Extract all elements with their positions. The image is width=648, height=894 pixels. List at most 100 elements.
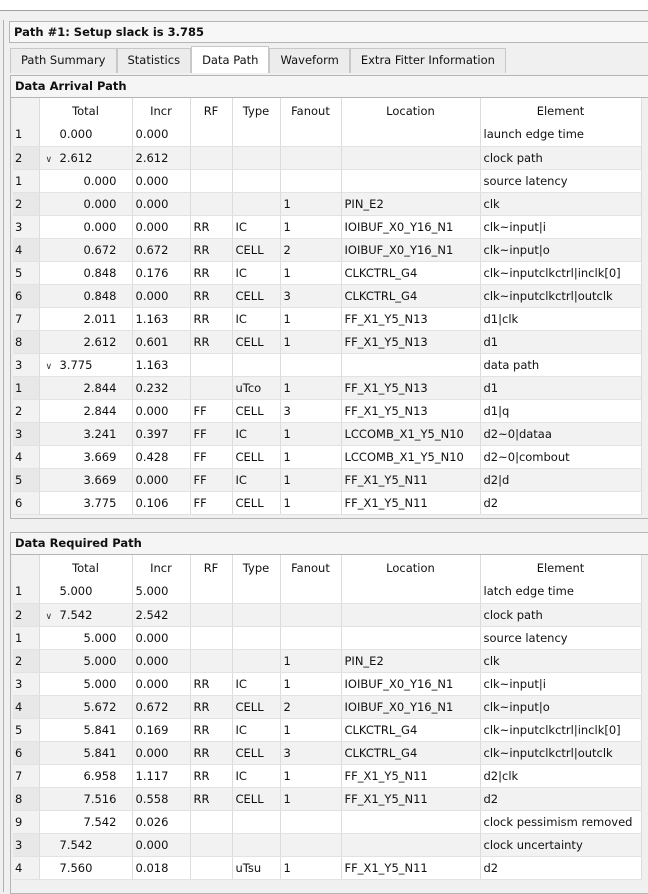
cell-incr: 0.000 (132, 215, 191, 239)
cell-location: FF_X1_Y5_N11 (341, 468, 481, 492)
table-row[interactable]: 6 5.841 0.000 RR CELL 3 CLKCTRL_G4 clk~inputclk… (13, 741, 642, 765)
cell-rf: RR (190, 764, 233, 788)
cell-incr: 0.601 (132, 330, 191, 354)
cell-element: clk~inputclkctrl|outclk (480, 741, 642, 765)
table-row[interactable]: 2 ∨ 7.542 2.542 clock path (13, 603, 642, 627)
total-value: 7.516 (83, 791, 117, 806)
row-number: 1 (13, 376, 40, 400)
table-row[interactable]: 6 3.775 0.106 FF CELL 1 FF_X1_Y5_N11 d2 (13, 491, 642, 515)
column-header-rf[interactable]: RF (190, 98, 233, 123)
row-number: 7 (13, 764, 40, 788)
table-row[interactable]: 3 7.542 0.000 clock uncertainty (13, 833, 642, 857)
cell-location (341, 580, 481, 604)
cell-incr: 0.000 (132, 399, 191, 423)
cell-location: CLKCTRL_G4 (341, 284, 481, 308)
chevron-down-icon[interactable]: ∨ (46, 362, 60, 372)
cell-total: 0.000 (39, 192, 133, 216)
table-row[interactable]: 2 ∨ 2.612 2.612 clock path (13, 146, 642, 170)
row-number: 2 (13, 146, 40, 170)
cell-type (232, 169, 281, 193)
chevron-down-icon[interactable]: ∨ (46, 612, 60, 622)
cell-fanout (280, 580, 342, 604)
column-header-rf[interactable]: RF (190, 555, 233, 580)
table-row[interactable]: 4 5.672 0.672 RR CELL 2 IOIBUF_X0_Y16_N1 clk~in… (13, 695, 642, 719)
cell-location: FF_X1_Y5_N11 (341, 787, 481, 811)
tab-bar: Path Summary Statistics Data Path Wavefo… (10, 46, 506, 73)
table-row[interactable]: 8 7.516 0.558 RR CELL 1 FF_X1_Y5_N11 d2 (13, 787, 642, 811)
cell-rf (190, 833, 233, 857)
table-row[interactable]: 5 3.669 0.000 FF IC 1 FF_X1_Y5_N11 d2|d (13, 468, 642, 492)
cell-location (341, 123, 481, 147)
cell-incr: 1.117 (132, 764, 191, 788)
table-row[interactable]: 5 5.841 0.169 RR IC 1 CLKCTRL_G4 clk~inputclkct… (13, 718, 642, 742)
column-header-element[interactable]: Element (480, 555, 642, 580)
table-row[interactable]: 9 7.542 0.026 clock pessimism removed (13, 810, 642, 834)
column-header-fanout[interactable]: Fanout (280, 98, 342, 123)
table-row[interactable]: 1 0.000 0.000 source latency (13, 169, 642, 193)
column-header-location[interactable]: Location (341, 98, 481, 123)
table-row[interactable]: 6 0.848 0.000 RR CELL 3 CLKCTRL_G4 clk~inputclk… (13, 284, 642, 308)
column-header-location[interactable]: Location (341, 555, 481, 580)
tab-path-summary[interactable]: Path Summary (10, 48, 117, 73)
table-row[interactable]: 1 5.000 0.000 source latency (13, 626, 642, 650)
cell-total: 0.000 (39, 215, 133, 239)
total-value: 0.848 (83, 288, 117, 303)
total-value: 2.612 (83, 334, 117, 349)
table-row[interactable]: 7 2.011 1.163 RR IC 1 FF_X1_Y5_N13 d1|clk (13, 307, 642, 331)
cell-element: d2|clk (480, 764, 642, 788)
cell-incr: 0.018 (132, 856, 191, 880)
table-row[interactable]: 3 3.241 0.397 FF IC 1 LCCOMB_X1_Y5_N10 d2~0|dat… (13, 422, 642, 446)
total-value: 7.542 (59, 607, 93, 622)
column-header-incr[interactable]: Incr (132, 98, 191, 123)
cell-location: FF_X1_Y5_N13 (341, 399, 481, 423)
cell-location: LCCOMB_X1_Y5_N10 (341, 422, 481, 446)
table-row[interactable]: 3 5.000 0.000 RR IC 1 IOIBUF_X0_Y16_N1 clk~inpu… (13, 672, 642, 696)
cell-element: d1|q (480, 399, 642, 423)
chevron-down-icon[interactable]: ∨ (46, 155, 60, 165)
cell-rf (190, 123, 233, 147)
total-value: 6.958 (83, 768, 117, 783)
table-row[interactable]: 1 0.000 0.000 launch edge time (13, 123, 642, 147)
cell-element: d1|clk (480, 307, 642, 331)
column-header-total[interactable]: Total (39, 555, 133, 580)
cell-location: CLKCTRL_G4 (341, 741, 481, 765)
column-header-type[interactable]: Type (232, 555, 281, 580)
column-header-total[interactable]: Total (39, 98, 133, 123)
cell-type: CELL (232, 399, 281, 423)
table-row[interactable]: 2 0.000 0.000 1 PIN_E2 clk (13, 192, 642, 216)
column-header-index[interactable] (13, 555, 40, 580)
column-header-element[interactable]: Element (480, 98, 642, 123)
table-row[interactable]: 5 0.848 0.176 RR IC 1 CLKCTRL_G4 clk~inputclkct… (13, 261, 642, 285)
table-row[interactable]: 2 2.844 0.000 FF CELL 3 FF_X1_Y5_N13 d1|q (13, 399, 642, 423)
table-row[interactable]: 4 3.669 0.428 FF CELL 1 LCCOMB_X1_Y5_N10 d2~0|c… (13, 445, 642, 469)
cell-type (232, 146, 281, 170)
cell-total: 0.848 (39, 261, 133, 285)
table-row[interactable]: 8 2.612 0.601 RR CELL 1 FF_X1_Y5_N13 d1 (13, 330, 642, 354)
total-value: 3.775 (59, 357, 93, 372)
table-row[interactable]: 1 5.000 5.000 latch edge time (13, 580, 642, 604)
cell-rf (190, 192, 233, 216)
column-header-type[interactable]: Type (232, 98, 281, 123)
cell-rf: FF (190, 399, 233, 423)
tab-data-path[interactable]: Data Path (191, 46, 270, 73)
table-row[interactable]: 3 0.000 0.000 RR IC 1 IOIBUF_X0_Y16_N1 clk~inpu… (13, 215, 642, 239)
table-row[interactable]: 2 5.000 0.000 1 PIN_E2 clk (13, 649, 642, 673)
cell-rf: FF (190, 445, 233, 469)
table-row[interactable]: 4 0.672 0.672 RR CELL 2 IOIBUF_X0_Y16_N1 clk~in… (13, 238, 642, 262)
column-header-fanout[interactable]: Fanout (280, 555, 342, 580)
column-header-index[interactable] (13, 98, 40, 123)
cell-type (232, 626, 281, 650)
table-row[interactable]: 3 ∨ 3.775 1.163 data path (13, 353, 642, 377)
table-row[interactable]: 7 6.958 1.117 RR IC 1 FF_X1_Y5_N11 d2|clk (13, 764, 642, 788)
cell-type: CELL (232, 491, 281, 515)
table-row[interactable]: 1 2.844 0.232 uTco 1 FF_X1_Y5_N13 d1 (13, 376, 642, 400)
cell-fanout: 1 (280, 649, 342, 673)
column-header-incr[interactable]: Incr (132, 555, 191, 580)
row-number: 2 (13, 399, 40, 423)
row-number: 5 (13, 718, 40, 742)
cell-incr: 0.000 (132, 169, 191, 193)
tab-waveform[interactable]: Waveform (269, 48, 350, 73)
table-row[interactable]: 4 7.560 0.018 uTsu 1 FF_X1_Y5_N11 d2 (13, 856, 642, 880)
tab-statistics[interactable]: Statistics (116, 48, 192, 73)
tab-extra-fitter-information[interactable]: Extra Fitter Information (349, 48, 506, 73)
